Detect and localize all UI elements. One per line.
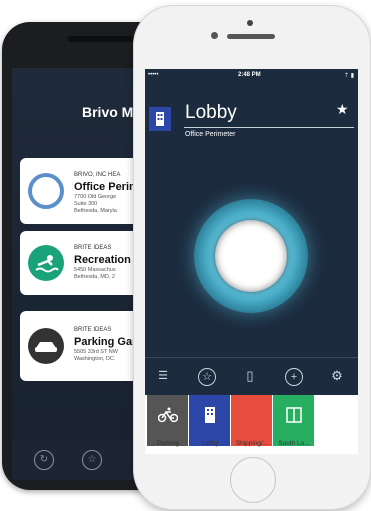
battery-indicator: ⇡ ▮ xyxy=(344,73,354,79)
tile-lobby[interactable]: Lobby xyxy=(189,395,230,447)
tile-south-lobby[interactable]: South Lo... xyxy=(273,395,314,447)
signal-indicator: ••••• xyxy=(148,72,159,78)
tile-label: South Lo... xyxy=(278,440,310,447)
refresh-icon[interactable]: ↻ xyxy=(34,450,54,470)
tile-parking[interactable]: Parking xyxy=(147,395,188,447)
unlock-button[interactable] xyxy=(194,199,308,313)
title-divider xyxy=(184,127,354,128)
bottom-toolbar: ☰ ☆ ▯ + ⚙ xyxy=(145,357,358,398)
bicycle-icon xyxy=(147,407,188,426)
star-icon[interactable]: ☆ xyxy=(198,368,216,386)
front-camera xyxy=(211,32,218,39)
unlock-button-center[interactable] xyxy=(215,220,287,292)
card-address: 5450 Massachus Bethesda, MD, 2 xyxy=(74,267,116,280)
door-icon[interactable]: ▯ xyxy=(242,368,258,384)
android-app-title: Brivo M xyxy=(82,104,134,120)
card-org: BRIVO, INC HEA xyxy=(74,172,121,178)
favorite-star-icon[interactable]: ★ xyxy=(336,101,349,118)
card-name: Recreation C xyxy=(74,254,142,266)
card-name: Parking Gar xyxy=(74,336,137,348)
iphone-screen: ••••• 2:48 PM ⇡ ▮ Lobby Office Perimeter… xyxy=(145,69,358,454)
android-speaker xyxy=(68,36,138,42)
tile-label: Parking xyxy=(156,440,180,447)
card-address: 5505 33rd ST NW Washington, DC. xyxy=(74,349,118,362)
camera xyxy=(247,20,253,26)
star-icon[interactable]: ☆ xyxy=(82,450,102,470)
list-icon[interactable]: ☰ xyxy=(155,368,171,384)
card-name: Office Perim xyxy=(74,181,139,193)
status-time: 2:48 PM xyxy=(238,72,261,78)
building-icon xyxy=(149,107,171,131)
door-subtitle: Office Perimeter xyxy=(185,131,236,138)
tile-label: Shipping/... xyxy=(235,440,269,447)
door-double-icon xyxy=(273,407,314,426)
tile-label: Lobby xyxy=(201,440,219,447)
status-bar: ••••• 2:48 PM ⇡ ▮ xyxy=(145,69,358,83)
swimmer-icon xyxy=(28,245,64,281)
home-button[interactable] xyxy=(230,457,276,503)
iphone: ••••• 2:48 PM ⇡ ▮ Lobby Office Perimeter… xyxy=(133,5,371,510)
tile-shipping[interactable]: Shipping/... xyxy=(231,395,272,447)
card-address: 7700 Old George Suite 300 Bethesda, Mary… xyxy=(74,194,117,214)
add-icon[interactable]: + xyxy=(285,368,303,386)
building-icon xyxy=(189,407,230,426)
brivo-logo-icon xyxy=(28,173,64,209)
card-org: BRITE IDEAS xyxy=(74,245,112,251)
gear-icon[interactable]: ⚙ xyxy=(329,368,345,384)
card-org: BRITE IDEAS xyxy=(74,327,112,333)
door-title: Lobby xyxy=(185,102,237,123)
car-icon xyxy=(28,328,64,364)
earpiece xyxy=(227,34,275,39)
door-tiles: Parking Lobby Shipping/... South Lo... xyxy=(145,395,358,454)
